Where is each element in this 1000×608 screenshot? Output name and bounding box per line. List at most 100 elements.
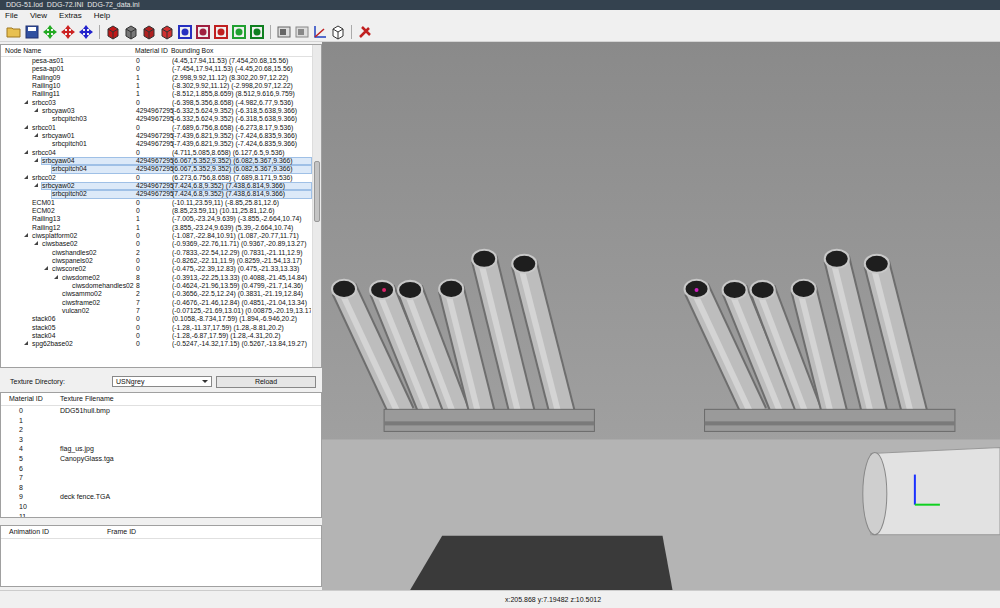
box-green-dark-icon[interactable] <box>249 24 265 40</box>
texture-row[interactable]: 6 <box>1 464 321 474</box>
tree-row[interactable]: srbcyaw03 4294967295 (-6.332,5.624,9.352… <box>1 107 312 115</box>
texture-row[interactable]: 11 <box>1 512 321 518</box>
tools-icon[interactable] <box>357 24 373 40</box>
tree-row[interactable]: pesa-ap01 0 (-7.454,17.94,11.53) (-4.45,… <box>1 65 312 73</box>
scale-icon[interactable] <box>78 24 94 40</box>
column-header[interactable]: Material ID <box>135 45 171 56</box>
tree-row[interactable]: srbcc03 0 (-6.398,5.356,8.658) (-4.982,6… <box>1 99 312 107</box>
expand-arrow-icon[interactable] <box>34 133 38 137</box>
box-green-icon[interactable] <box>231 24 247 40</box>
tree-row[interactable]: srbcyaw01 4294967295 (-7.439,6.821,9.352… <box>1 132 312 140</box>
texture-row[interactable]: 4 flag_us.jpg <box>1 444 321 454</box>
tree-row[interactable]: ciwsdomehandles02 8 (-0.4624,-21.96,13.5… <box>1 282 312 290</box>
expand-arrow-icon[interactable] <box>24 100 28 104</box>
menu-item[interactable]: View <box>30 10 47 22</box>
expand-arrow-icon[interactable] <box>34 183 38 187</box>
tree-row[interactable]: ECM01 0 (-10.11,23.59,11) (-8.85,25.81,1… <box>1 199 312 207</box>
view-front-icon[interactable] <box>276 24 292 40</box>
tree-row[interactable]: ciwshandles02 2 (-0.7833,-22.54,12.29) (… <box>1 249 312 257</box>
tree-row[interactable]: srbcc02 0 (6.273,6.756,8.658) (7.689,8.1… <box>1 174 312 182</box>
texture-row[interactable]: 9 deck fence.TGA <box>1 492 321 502</box>
translate-icon[interactable] <box>42 24 58 40</box>
column-header[interactable]: Node Name <box>5 45 135 56</box>
open-icon[interactable] <box>6 24 22 40</box>
texture-row[interactable]: 3 <box>1 435 321 445</box>
expand-arrow-icon[interactable] <box>34 108 38 112</box>
texture-row[interactable]: 8 <box>1 483 321 493</box>
texture-row[interactable]: 2 <box>1 425 321 435</box>
column-header[interactable]: Bounding Box <box>171 45 312 56</box>
tree-row[interactable]: srbcyaw02 4294967295 (7.424,6.8,9.352) (… <box>1 182 312 190</box>
tree-row[interactable]: stack04 0 (-1.28,-6.87,17.59) (1.28,-4.3… <box>1 332 312 340</box>
expand-arrow-icon[interactable] <box>44 266 48 270</box>
tree-row[interactable]: ciwsframe02 7 (-0.4676,-21.46,12.84) (0.… <box>1 299 312 307</box>
wire-red-icon[interactable] <box>159 24 175 40</box>
tree-row[interactable]: vulcan02 7 (-0.07125,-21.69,13.01) (0.00… <box>1 307 312 315</box>
tree-row[interactable]: ECM02 0 (8.85,23.59,11) (10.11,25.81,12.… <box>1 207 312 215</box>
menu-item[interactable]: File <box>5 10 18 22</box>
expand-arrow-icon[interactable] <box>34 241 38 245</box>
column-header[interactable]: Material ID <box>9 393 60 405</box>
tree-row[interactable]: pesa-as01 0 (4.45,17.94,11.53) (7.454,20… <box>1 57 312 65</box>
texture-directory-row: Texture Directory: USNgrey Reload <box>0 375 322 388</box>
texture-directory-select[interactable]: USNgrey <box>112 376 212 387</box>
box-blue-red-icon[interactable] <box>195 24 211 40</box>
menu-item[interactable]: Help <box>94 10 110 22</box>
tree-row[interactable]: stack05 0 (-1.28,-11.37,17.59) (1.28,-8.… <box>1 324 312 332</box>
tree-row[interactable]: ciwscore02 0 (-0.475,-22.39,12.83) (0.47… <box>1 265 312 273</box>
3d-viewport[interactable] <box>322 42 1000 590</box>
expand-arrow-icon[interactable] <box>24 233 28 237</box>
rotate-icon[interactable] <box>60 24 76 40</box>
texture-row[interactable]: 1 <box>1 416 321 426</box>
tree-row[interactable]: srbcpitch02 4294967295 (7.424,6.8,9.352)… <box>1 190 312 198</box>
texture-row[interactable]: 0 DDG51hull.bmp <box>1 406 321 416</box>
expand-arrow-icon[interactable] <box>24 150 28 154</box>
expand-arrow-icon[interactable] <box>24 341 28 345</box>
tree-row[interactable]: ciwsbase02 0 (-0.9369,-22.76,11.71) (0.9… <box>1 240 312 248</box>
tree-row[interactable]: Railing10 1 (-8.302,9.92,11.12) (-2.998,… <box>1 82 312 90</box>
texture-row[interactable]: 7 <box>1 473 321 483</box>
texture-row[interactable]: 5 CanopyGlass.tga <box>1 454 321 464</box>
menu-item[interactable]: Extras <box>59 10 82 22</box>
save-icon[interactable] <box>24 24 40 40</box>
expand-arrow-icon[interactable] <box>54 275 58 279</box>
column-header[interactable]: Texture Filename <box>60 393 114 405</box>
material-id: 8 <box>136 282 172 290</box>
tree-row[interactable]: srbcpitch01 4294967295 (-7.439,6.821,9.3… <box>1 140 312 148</box>
tree-row[interactable]: ciwsdome02 8 (-0.3913,-22.25,13.33) (0.4… <box>1 274 312 282</box>
tree-row[interactable]: srbcpitch03 4294967295 (-6.332,5.624,9.3… <box>1 115 312 123</box>
expand-arrow-icon[interactable] <box>34 158 38 162</box>
tree-scrollbar[interactable] <box>312 45 321 367</box>
solid-grey-icon[interactable] <box>123 24 139 40</box>
column-header[interactable]: Animation ID <box>9 526 107 538</box>
tree-row[interactable]: srbcc01 0 (-7.689,6.756,8.658) (-6.273,8… <box>1 124 312 132</box>
tree-row[interactable]: ciwspanels02 0 (-0.8262,-22.11,11.9) (0.… <box>1 257 312 265</box>
expand-arrow-icon[interactable] <box>24 175 28 179</box>
node-name: srbcc01 <box>32 124 56 131</box>
bounding-box: (-7.439,6.821,9.352) (-7.424,6.835,9.366… <box>172 132 311 140</box>
tree-row[interactable]: stack06 0 (0.1058,-8.734,17.59) (1.894,-… <box>1 315 312 323</box>
view-cube-icon[interactable] <box>330 24 346 40</box>
scrollbar-thumb[interactable] <box>314 161 320 222</box>
axes-icon[interactable] <box>312 24 328 40</box>
expand-arrow-icon[interactable] <box>24 125 28 129</box>
tree-row[interactable]: srbcyaw04 4294967295 (6.067,5.352,9.352)… <box>1 157 312 165</box>
tree-row[interactable]: Railing12 1 (3.855,-23.24,9.639) (5.39,-… <box>1 224 312 232</box>
tree-row[interactable]: Railing13 1 (-7.005,-23.24,9.639) (-3.85… <box>1 215 312 223</box>
box-red-icon[interactable] <box>213 24 229 40</box>
tree-row[interactable]: ciwsammo02 2 (-0.3656,-22.5,12.24) (0.38… <box>1 290 312 298</box>
view-side-icon[interactable] <box>294 24 310 40</box>
tree-row[interactable]: Railing11 1 (-8.512,1.855,8.659) (8.512,… <box>1 90 312 98</box>
tree-row[interactable]: srbcc04 0 (4.711,5.085,8.658) (6.127,6.5… <box>1 149 312 157</box>
tree-row[interactable]: spg62base02 0 (-0.5247,-14.32,17.15) (0.… <box>1 340 312 348</box>
texture-row[interactable]: 10 <box>1 502 321 512</box>
tree-row[interactable]: srbcpitch04 4294967295 (6.067,5.352,9.35… <box>1 165 312 173</box>
box-blue-icon[interactable] <box>177 24 193 40</box>
texture-list-header: Material ID Texture Filename <box>1 393 321 406</box>
tree-row[interactable]: Railing09 1 (2.998,9.92,11.12) (8.302,20… <box>1 74 312 82</box>
tree-row[interactable]: ciwsplatform02 0 (-1.087,-22.84,10.91) (… <box>1 232 312 240</box>
shaded-red-icon[interactable] <box>141 24 157 40</box>
column-header[interactable]: Frame ID <box>107 526 136 538</box>
solid-red-icon[interactable] <box>105 24 121 40</box>
reload-button[interactable]: Reload <box>216 376 316 388</box>
